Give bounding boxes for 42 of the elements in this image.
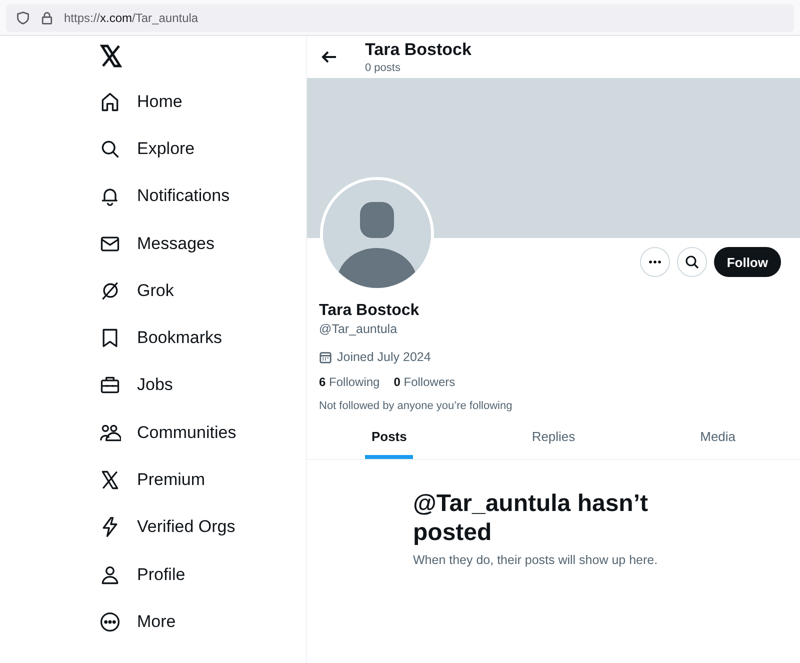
nav-item[interactable]: Communities [99,409,306,456]
profile-name: Tara Bostock [319,302,420,320]
post-count: 0 posts [365,62,402,74]
followed-by-note: Not followed by anyone you’re following [319,400,514,412]
profile-handle: @Tar_auntula [319,322,398,336]
follow-button[interactable]: Follow [714,247,781,277]
address-bar[interactable]: https://x.com/Tar_auntula [6,4,794,32]
profile-tab[interactable]: Replies [471,418,636,459]
profile-tab[interactable]: Posts [307,418,472,459]
empty-title: @Tar_auntula hasn’t posted [413,489,649,547]
empty-subtitle: When they do, their posts will show up here. [413,553,659,567]
search-button[interactable] [676,247,707,277]
person-icon [99,564,121,586]
nav-item[interactable]: Premium [99,456,306,504]
x-logo-icon [99,469,121,492]
shield-icon[interactable] [16,10,30,24]
header-name: Tara Bostock [365,40,472,60]
nav-item[interactable]: Messages [99,220,306,268]
search-icon [684,254,700,270]
back-arrow-icon[interactable] [321,49,337,65]
lock-icon[interactable] [40,10,54,24]
stat-link[interactable]: 6 Following [319,375,380,389]
nav-item[interactable]: More [99,598,306,646]
home-icon [99,90,121,113]
slashed-circle-icon [99,280,121,302]
nav-item[interactable]: Explore [99,125,306,173]
nav-item[interactable]: Profile [99,550,306,598]
nav-item[interactable]: Notifications [99,172,306,220]
nav-item[interactable]: Verified Orgs [99,504,306,551]
nav-item[interactable]: Grok [99,267,306,314]
profile-tab[interactable]: Media [636,418,800,459]
more-button[interactable] [640,247,670,277]
url-text: https://x.com/Tar_auntula [64,10,198,24]
joined-date: Joined July 2024 [337,350,431,364]
nav-item[interactable]: Bookmarks [99,314,306,362]
ellipsis-icon [646,260,663,264]
stat-link[interactable]: 0 Followers [394,375,456,389]
nav-item[interactable]: Jobs [99,362,306,410]
more-icon [99,610,121,633]
calendar-icon [319,350,332,364]
x-logo-icon[interactable] [99,44,123,68]
nav-item[interactable]: Home [99,78,306,126]
